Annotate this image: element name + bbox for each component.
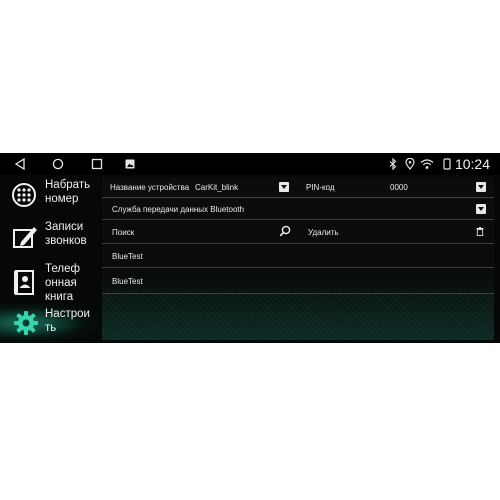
sidebar-item-label: Настрои ть	[45, 308, 90, 334]
device-name-value[interactable]: CarKit_blink	[195, 183, 238, 193]
empty-list-area	[102, 294, 494, 340]
search-label: Поиск	[112, 228, 135, 237]
search-icon[interactable]	[279, 225, 291, 237]
head-unit-screen: 10:24 Набрать номер Записи звонков Телеф…	[0, 153, 500, 343]
sidebar: Набрать номер Записи звонков Телеф онная…	[0, 175, 100, 343]
gallery-icon[interactable]	[125, 159, 135, 169]
device-name: BlueTest	[112, 252, 143, 261]
list-item[interactable]: BlueTest	[102, 268, 494, 294]
status-bar: 10:24	[0, 153, 500, 175]
sidebar-item-label: Записи звонков	[45, 221, 87, 247]
sidebar-item-call-log[interactable]: Записи звонков	[0, 217, 100, 259]
device-name-dropdown-icon[interactable]	[279, 182, 289, 192]
list-item[interactable]: BlueTest	[102, 244, 494, 268]
dialpad-icon	[12, 183, 36, 207]
home-icon[interactable]	[52, 158, 64, 170]
sidebar-item-label: Телеф онная книга	[45, 263, 80, 303]
phonebook-icon	[14, 270, 34, 295]
device-name-row: Название устройства CarKit_blink PIN-код…	[102, 177, 494, 198]
sidebar-item-label: Набрать номер	[45, 179, 91, 205]
trash-icon[interactable]	[476, 227, 484, 236]
location-icon	[405, 158, 415, 170]
bluetooth-settings-panel: Название устройства CarKit_blink PIN-код…	[102, 177, 494, 340]
bluetooth-service-dropdown-icon[interactable]	[476, 204, 486, 214]
bluetooth-icon	[389, 158, 397, 170]
pin-label: PIN-код	[306, 183, 335, 192]
pin-value[interactable]: 0000	[390, 183, 408, 193]
bluetooth-service-label: Служба передачи данных Bluetooth	[112, 205, 245, 214]
delete-label[interactable]: Удалить	[308, 228, 339, 238]
back-icon[interactable]	[14, 158, 26, 170]
sidebar-item-phonebook[interactable]: Телеф онная книга	[0, 259, 100, 303]
sidebar-item-settings[interactable]: Настрои ть	[0, 303, 100, 343]
device-name: BlueTest	[112, 277, 143, 286]
search-row: Поиск Удалить	[102, 220, 494, 244]
wifi-icon	[420, 159, 434, 169]
bluetooth-service-row[interactable]: Служба передачи данных Bluetooth	[102, 198, 494, 220]
call-log-icon	[13, 227, 37, 248]
clock: 10:24	[454, 156, 490, 172]
device-name-label: Название устройства	[110, 183, 190, 192]
recents-icon[interactable]	[91, 158, 103, 170]
sidebar-item-dial[interactable]: Набрать номер	[0, 175, 100, 217]
tablet-icon	[443, 158, 451, 170]
settings-gear-icon	[14, 311, 38, 335]
pin-dropdown-icon[interactable]	[476, 182, 486, 192]
